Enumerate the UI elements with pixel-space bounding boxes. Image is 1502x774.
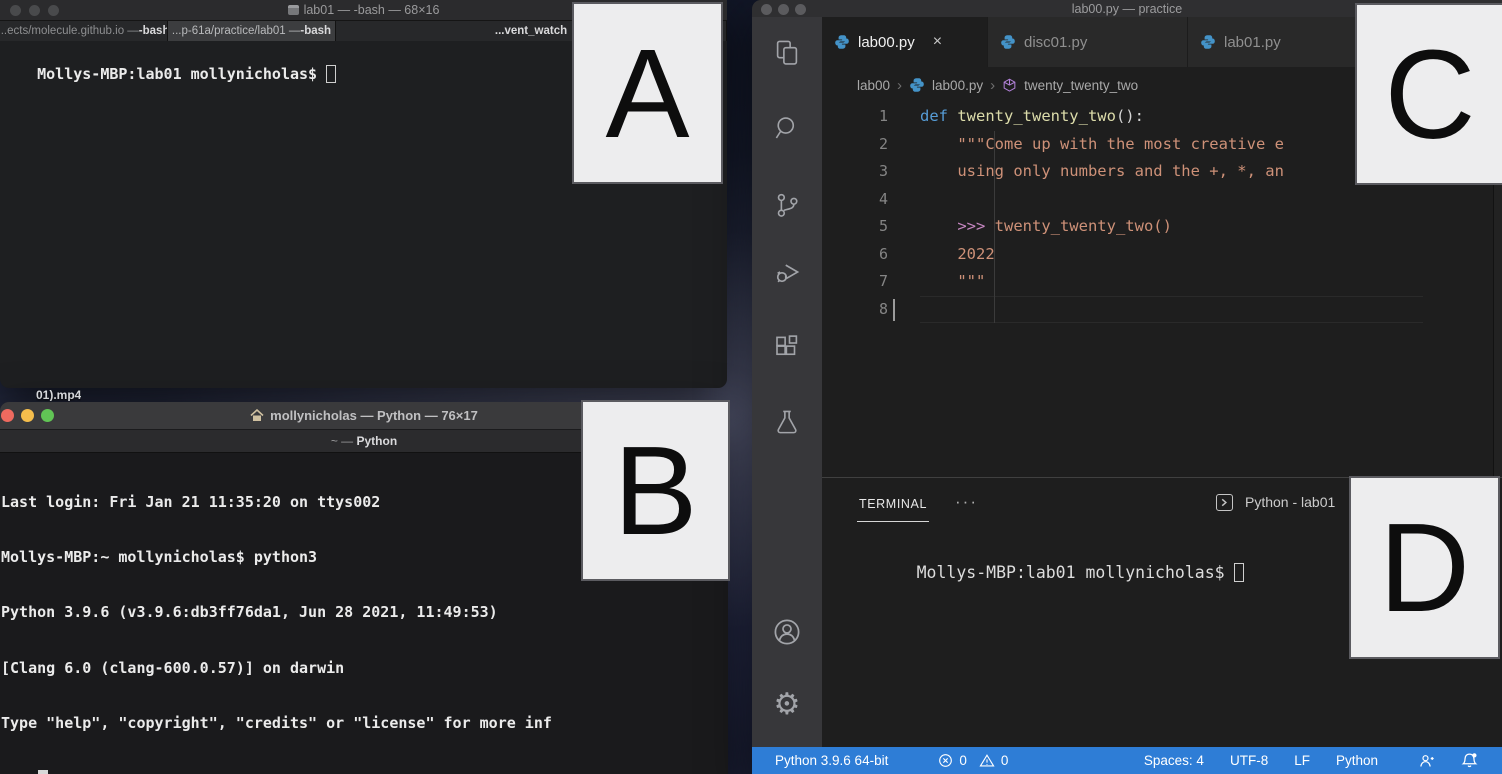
terminal-cursor [326, 65, 336, 83]
indentation-setting[interactable]: Spaces: 4 [1144, 753, 1204, 768]
breadcrumb-symbol[interactable]: twenty_twenty_two [1024, 78, 1138, 93]
breadcrumb-folder[interactable]: lab00 [857, 78, 890, 93]
overlay-letter: D [1379, 495, 1470, 640]
line-number: 4 [822, 186, 920, 214]
terminal-tab-lab01[interactable]: ...p-61a/practice/lab01 — -bash [168, 21, 336, 41]
source-control-icon[interactable] [770, 188, 804, 222]
tab-lab00[interactable]: lab00.py × [822, 17, 988, 67]
code-line: using only numbers and the +, *, an [920, 158, 1284, 186]
python-file-icon [1000, 34, 1016, 50]
line-number: 7 [822, 268, 920, 296]
overlay-letter: A [605, 21, 689, 166]
shell-prompt: Mollys-MBP:lab01 mollynicholas$ [37, 65, 317, 83]
home-icon [250, 409, 264, 422]
overlay-label-b: B [581, 400, 730, 581]
tab-label: lab00.py [858, 34, 915, 51]
terminal-line: Type "help", "copyright", "credits" or "… [1, 714, 728, 733]
code-line: """Come up with the most creative e [920, 131, 1284, 159]
line-number: 5 [822, 213, 920, 241]
indent-guide [994, 131, 995, 323]
line-number: 2 [822, 131, 920, 159]
shell-prompt: Mollys-MBP:lab01 mollynicholas$ [917, 563, 1225, 582]
person-feedback-icon[interactable] [1418, 753, 1435, 769]
code-line: def twenty_twenty_two(): [920, 103, 1144, 131]
overlay-label-a: A [572, 2, 723, 184]
python-file-icon [834, 34, 850, 50]
python-repl-prompt: >>> [1, 769, 728, 774]
terminal-line: [Clang 6.0 (clang-600.0.57)] on darwin [1, 659, 728, 678]
line-number: 3 [822, 158, 920, 186]
language-mode[interactable]: Python [1336, 753, 1378, 768]
line-number: 6 [822, 241, 920, 269]
line-number: 8 [822, 296, 920, 324]
terminal-instance-label: Python - lab01 [1245, 494, 1335, 510]
eol-setting[interactable]: LF [1294, 753, 1310, 768]
overlay-label-c: C [1355, 3, 1502, 185]
explorer-icon[interactable] [770, 35, 804, 69]
encoding-setting[interactable]: UTF-8 [1230, 753, 1268, 768]
problems-indicator[interactable]: 0 0 [938, 753, 1008, 768]
terminal-instance-icon [1216, 494, 1233, 511]
symbol-cube-icon [1002, 78, 1017, 93]
tab-label: lab01.py [1224, 34, 1281, 51]
tab-label: disc01.py [1024, 34, 1087, 51]
code-line: 2022 [920, 241, 995, 269]
overlay-letter: B [613, 418, 697, 563]
terminal-cursor [38, 770, 48, 774]
desktop-file-label[interactable]: 01).mp4 [36, 388, 81, 401]
python-file-icon [909, 77, 925, 93]
overlay-label-d: D [1349, 476, 1500, 659]
error-icon [938, 753, 953, 768]
testing-flask-icon[interactable] [770, 405, 804, 439]
overlay-letter: C [1385, 22, 1476, 167]
line-number: 1 [822, 103, 920, 131]
extensions-icon[interactable] [770, 331, 804, 365]
account-icon[interactable] [770, 615, 804, 649]
terminal-line: Python 3.9.6 (v3.9.6:db3ff76da1, Jun 28 … [1, 603, 728, 622]
panel-tab-terminal[interactable]: TERMINAL [857, 482, 929, 522]
settings-gear-icon[interactable]: ⚙ [770, 688, 804, 722]
terminal-cursor [1234, 563, 1244, 582]
run-debug-icon[interactable] [770, 255, 804, 289]
chevron-right-icon: › [990, 77, 995, 94]
editor-caret [893, 299, 895, 321]
warning-icon [979, 753, 995, 768]
breadcrumb-file[interactable]: lab00.py [932, 78, 983, 93]
tab-lab01[interactable]: lab01.py [1188, 17, 1358, 67]
status-bar: Python 3.9.6 64-bit 0 0 Spaces: 4 UTF-8 … [752, 747, 1502, 774]
python-interpreter-selector[interactable]: Python 3.9.6 64-bit [775, 753, 888, 768]
search-icon[interactable] [770, 111, 804, 145]
activity-bar: ⚙ [752, 17, 822, 747]
close-tab-icon[interactable]: × [933, 33, 942, 51]
code-line: >>> twenty_twenty_two() [920, 213, 1172, 241]
terminal-tab-molecule[interactable]: ...ects/molecule.github.io — -bash [0, 21, 168, 41]
python-file-icon [1200, 34, 1216, 50]
more-actions-icon[interactable]: ··· [955, 492, 978, 512]
window-proxy-icon [288, 5, 299, 15]
notifications-bell-icon[interactable] [1461, 752, 1478, 769]
code-line: """ [920, 268, 985, 296]
tab-disc01[interactable]: disc01.py [988, 17, 1188, 67]
chevron-right-icon: › [897, 77, 902, 94]
